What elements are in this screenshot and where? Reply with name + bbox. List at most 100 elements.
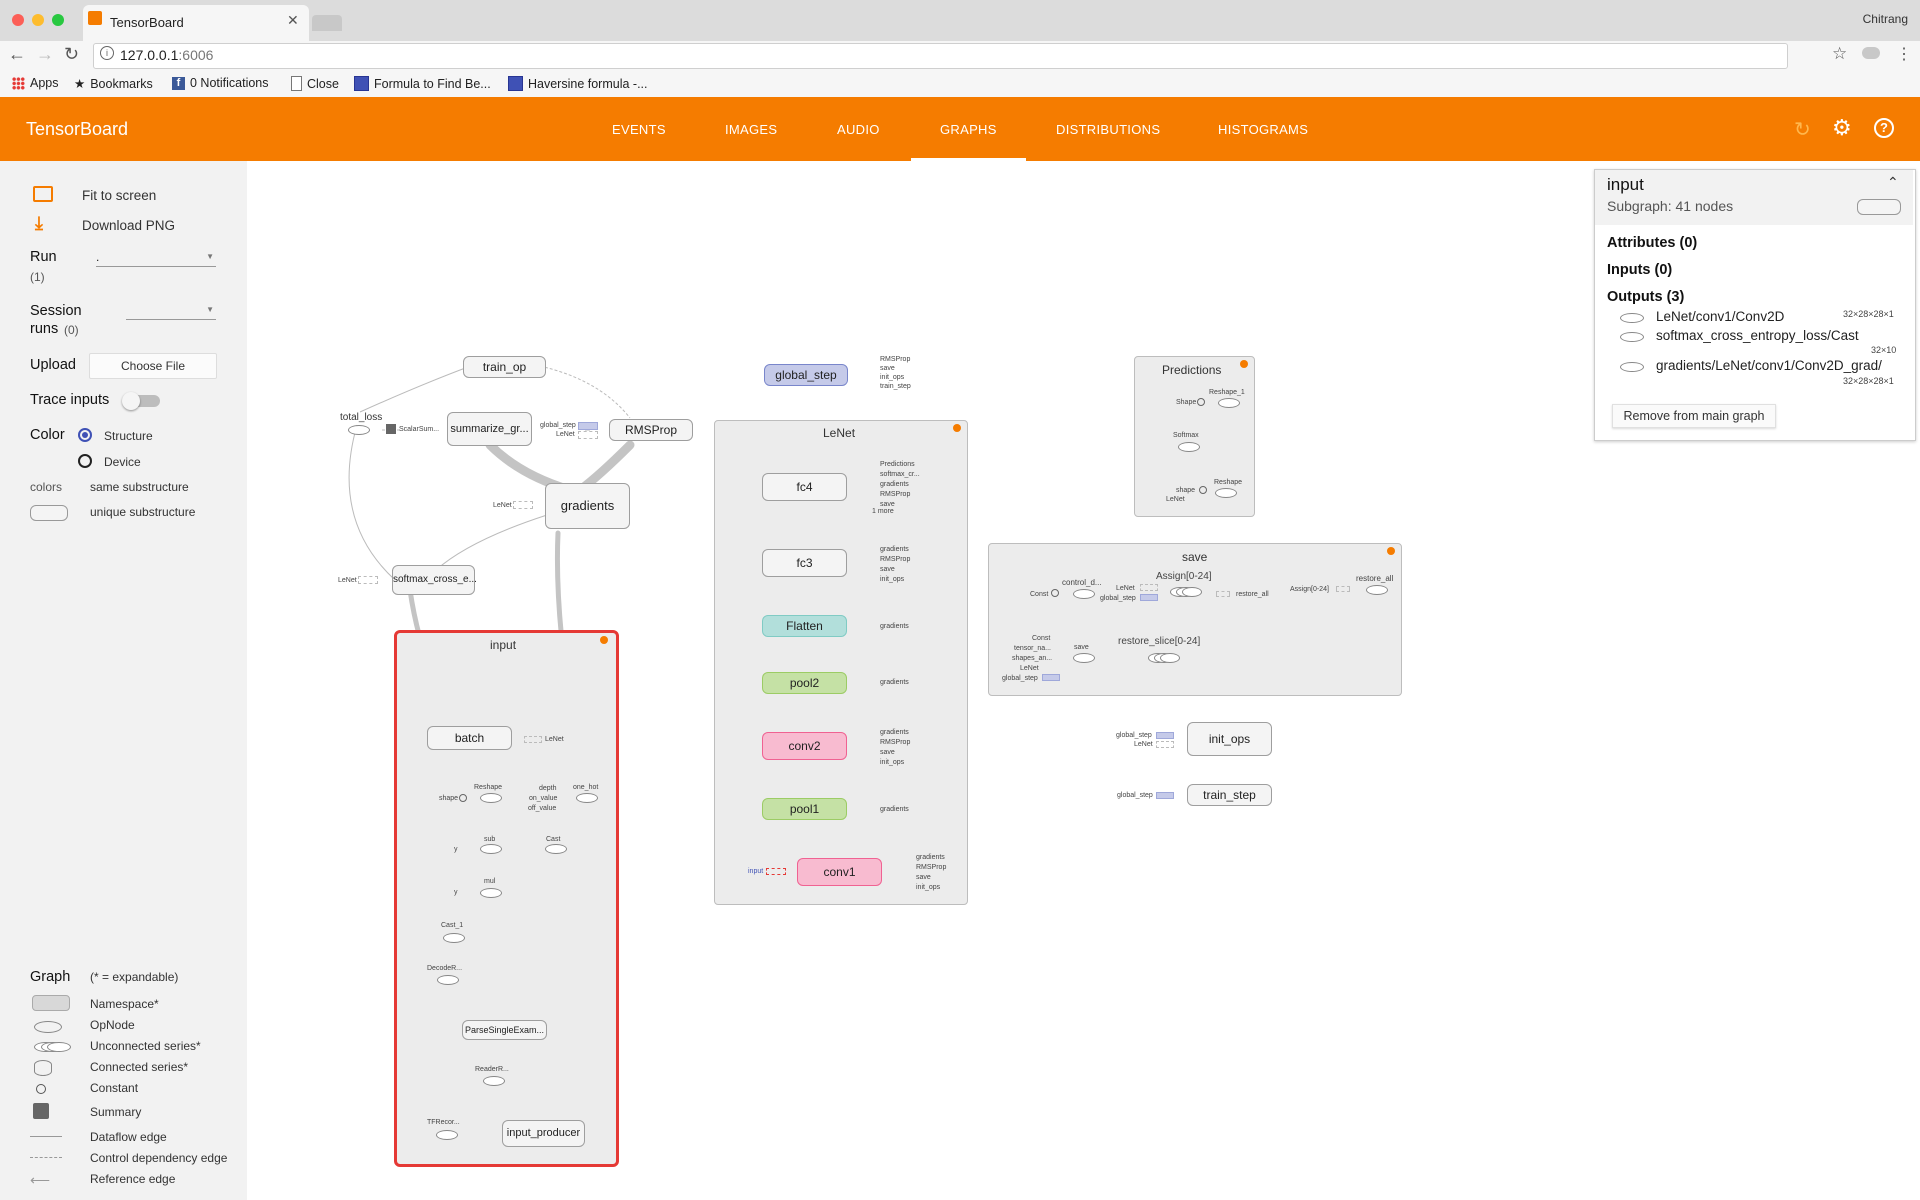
fc3-out: gradients [880,546,909,553]
one-hot-op-node[interactable] [576,793,598,803]
global-step-ref [1156,792,1174,799]
reader-op-node[interactable] [483,1076,505,1086]
fc3-node[interactable]: fc3 [762,549,847,577]
lenet-gradients-input-label: LeNet [493,502,512,509]
fc4-node[interactable]: fc4 [762,473,847,501]
pool1-node[interactable]: pool1 [762,798,847,820]
collapse-icon[interactable] [600,636,608,644]
constant-node [1197,398,1205,406]
opnode-icon [1620,313,1644,323]
output-item-name[interactable]: LeNet/conv1/Conv2D [1656,309,1784,324]
global-step-node[interactable]: global_step [764,364,848,386]
fc3-out: RMSProp [880,556,911,563]
shape-label: shape [1176,487,1196,494]
attributes-header[interactable]: Attributes (0) [1607,235,1697,251]
tfrecord-label: TFRecor... [427,1119,460,1126]
global-step-input-label: global_step [540,422,576,429]
assign-input-label: Assign[0-24] [1290,586,1329,593]
collapse-card-icon[interactable]: ⌃ [1887,174,1899,191]
lenet-label: LeNet [1020,665,1039,672]
reshape-op-node[interactable] [1215,488,1237,498]
restore-slice-series-node[interactable] [1148,653,1184,663]
sub-op-node[interactable] [480,844,502,854]
opnode-icon [1620,332,1644,342]
collapse-icon[interactable] [1387,547,1395,555]
conv1-node[interactable]: conv1 [797,858,882,886]
global-step-out: init_ops [880,374,905,381]
reshape-op-node[interactable] [480,793,502,803]
global-step-out: save [880,365,895,372]
global-step-ref [1140,594,1158,601]
collapse-icon[interactable] [953,424,961,432]
mul-op-node[interactable] [480,888,502,898]
output-item-name[interactable]: softmax_cross_entropy_loss/Cast [1656,328,1859,343]
decode-label: DecodeR... [427,965,463,972]
conv1-out: RMSProp [916,864,947,871]
sub-label: sub [484,836,496,843]
conv1-out: save [916,874,931,881]
summarize-gradients-node[interactable]: summarize_gr... [447,412,532,446]
train-op-node[interactable]: train_op [463,356,546,378]
tfrecord-op-node[interactable] [436,1130,458,1140]
global-step-ref [1156,732,1174,739]
outputs-header[interactable]: Outputs (3) [1607,289,1684,305]
save-op-node[interactable] [1073,653,1095,663]
remove-from-main-graph-button[interactable]: Remove from main graph [1612,404,1776,428]
info-card-title: input [1607,175,1644,194]
control-dep-op-node[interactable] [1073,589,1095,599]
input-producer-node[interactable]: input_producer [502,1120,585,1147]
batch-node[interactable]: batch [427,726,512,750]
global-step-label: global_step [1100,595,1136,602]
gradients-node[interactable]: gradients [545,483,630,529]
global-step-ref [578,422,598,430]
init-ops-node[interactable]: init_ops [1187,722,1272,756]
assign-series-node[interactable] [1170,587,1210,597]
fc4-out: Predictions [880,461,915,468]
flatten-out: gradients [880,623,909,630]
conv2-out: gradients [880,729,909,736]
predictions-box-title: Predictions [1162,363,1222,377]
constant-node [1199,486,1207,494]
lenet-ref [578,431,598,439]
train-step-node[interactable]: train_step [1187,784,1272,806]
parse-single-example-node[interactable]: ParseSingleExam... [462,1020,547,1040]
flatten-node[interactable]: Flatten [762,615,847,637]
global-step-out: train_step [880,383,911,390]
fc4-out: RMSProp [880,491,911,498]
pool2-node[interactable]: pool2 [762,672,847,694]
output-item-name[interactable]: gradients/LeNet/conv1/Conv2D_grad/ [1656,358,1912,373]
rmsprop-node[interactable]: RMSProp [609,419,693,441]
input-ref [766,868,786,875]
conv2-node[interactable]: conv2 [762,732,847,760]
save-box-title: save [1182,550,1208,564]
pool2-out: gradients [880,679,909,686]
fc4-out: softmax_cr... [880,471,920,478]
cast-op-node[interactable] [545,844,567,854]
lenet-ref [1140,584,1158,591]
fc3-out: init_ops [880,576,905,583]
fc3-out: save [880,566,895,573]
collapse-icon[interactable] [1240,360,1248,368]
total-loss-op-node[interactable] [348,425,370,435]
conv2-out: save [880,749,895,756]
decode-op-node[interactable] [437,975,459,985]
fc4-out-more[interactable]: 1 more [872,507,894,516]
y-label: y [454,889,458,896]
off-value-label: off_value [528,805,557,812]
conv1-out: init_ops [916,884,941,891]
softmax-cross-entropy-node[interactable]: softmax_cross_e... [392,565,477,595]
restore-all-op-node[interactable] [1366,585,1388,595]
inputs-header[interactable]: Inputs (0) [1607,262,1672,278]
reshape-1-op-node[interactable] [1218,398,1240,408]
input-namespace-box[interactable] [394,630,619,1167]
fc4-out: gradients [880,481,909,488]
softmax-op-node[interactable] [1178,442,1200,452]
info-card-subtitle: Subgraph: 41 nodes [1607,198,1734,214]
shape-label: Shape [1176,399,1197,406]
conv2-out: RMSProp [880,739,911,746]
softmax-label: Softmax [1173,432,1199,439]
cast-1-op-node[interactable] [443,933,465,943]
init-ops-input-label: global_step [1116,732,1152,739]
save-op-label: save [1074,644,1089,651]
scalar-summary-label: ScalarSum... [399,426,440,433]
